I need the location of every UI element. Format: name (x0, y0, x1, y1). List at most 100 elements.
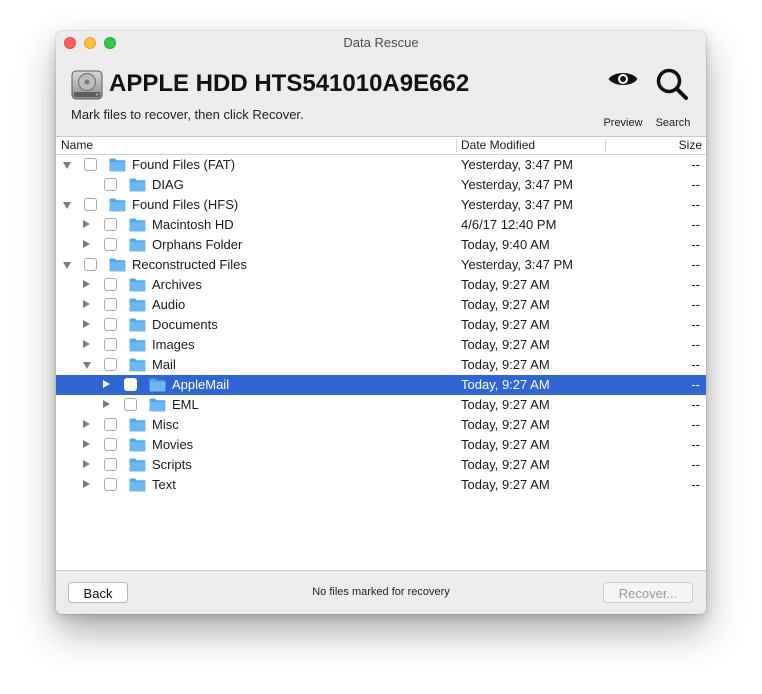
file-date-modified: Yesterday, 3:47 PM (461, 157, 574, 172)
file-row[interactable]: EML Today, 9:27 AM -- (56, 395, 706, 415)
file-size: -- (691, 277, 700, 292)
zoom-window-button[interactable] (104, 37, 116, 49)
disclosure-triangle-icon[interactable] (83, 320, 90, 328)
recover-checkbox[interactable] (104, 458, 117, 471)
recover-checkbox[interactable] (124, 398, 137, 411)
file-row[interactable]: Misc Today, 9:27 AM -- (56, 415, 706, 435)
disclosure-triangle-icon[interactable] (83, 480, 90, 488)
footer-bar: Back No files marked for recovery Recove… (56, 570, 706, 614)
eye-icon (608, 73, 638, 85)
file-size: -- (691, 337, 700, 352)
folder-icon (129, 238, 146, 252)
file-row[interactable]: DIAG Yesterday, 3:47 PM -- (56, 175, 706, 195)
file-row[interactable]: Found Files (FAT) Yesterday, 3:47 PM -- (56, 155, 706, 175)
title-bar[interactable]: Data Rescue (56, 31, 706, 55)
column-date-header[interactable]: Date Modified (461, 137, 535, 154)
file-name: Archives (152, 277, 202, 292)
drive-header: APPLE HDD HTS541010A9E662 Mark files to … (56, 55, 706, 136)
file-row[interactable]: Found Files (HFS) Yesterday, 3:47 PM -- (56, 195, 706, 215)
disclosure-triangle-icon[interactable] (83, 240, 90, 248)
file-date-modified: Today, 9:27 AM (461, 437, 550, 452)
disclosure-triangle-icon[interactable] (83, 420, 90, 428)
file-row[interactable]: Reconstructed Files Yesterday, 3:47 PM -- (56, 255, 706, 275)
recover-checkbox[interactable] (104, 278, 117, 291)
folder-icon (129, 218, 146, 232)
file-row[interactable]: Images Today, 9:27 AM -- (56, 335, 706, 355)
disclosure-triangle-icon[interactable] (83, 340, 90, 348)
disclosure-triangle-icon[interactable] (83, 460, 90, 468)
disclosure-triangle-icon[interactable] (83, 280, 90, 288)
file-date-modified: Today, 9:27 AM (461, 477, 550, 492)
disclosure-triangle-icon[interactable] (63, 202, 71, 209)
file-date-modified: Today, 9:27 AM (461, 377, 550, 392)
folder-icon (129, 458, 146, 472)
file-size: -- (691, 197, 700, 212)
file-size: -- (691, 297, 700, 312)
file-rows: Found Files (FAT) Yesterday, 3:47 PM -- DIA… (56, 155, 706, 495)
recover-checkbox[interactable] (104, 178, 117, 191)
column-divider[interactable] (456, 139, 457, 152)
recover-button[interactable]: Recover... (603, 582, 693, 603)
column-size-header[interactable]: Size (679, 137, 702, 154)
disclosure-triangle-icon[interactable] (63, 262, 71, 269)
folder-icon (149, 398, 166, 412)
file-row[interactable]: Mail Today, 9:27 AM -- (56, 355, 706, 375)
minimize-window-button[interactable] (84, 37, 96, 49)
file-row[interactable]: Scripts Today, 9:27 AM -- (56, 455, 706, 475)
file-row[interactable]: Archives Today, 9:27 AM -- (56, 275, 706, 295)
recover-checkbox[interactable] (84, 198, 97, 211)
file-name: Found Files (HFS) (132, 197, 239, 212)
file-row[interactable]: Text Today, 9:27 AM -- (56, 475, 706, 495)
file-row[interactable]: Macintosh HD 4/6/17 12:40 PM -- (56, 215, 706, 235)
column-header: Name Date Modified Size (56, 137, 706, 155)
file-name: Images (152, 337, 195, 352)
disclosure-triangle-icon[interactable] (63, 162, 71, 169)
file-row[interactable]: Audio Today, 9:27 AM -- (56, 295, 706, 315)
file-size: -- (691, 397, 700, 412)
close-window-button[interactable] (64, 37, 76, 49)
folder-icon (129, 418, 146, 432)
folder-icon (149, 378, 166, 392)
column-divider[interactable] (605, 139, 606, 152)
recover-checkbox[interactable] (104, 338, 117, 351)
file-size: -- (691, 217, 700, 232)
recover-checkbox[interactable] (104, 298, 117, 311)
recover-checkbox[interactable] (84, 158, 97, 171)
file-size: -- (691, 457, 700, 472)
disclosure-triangle-icon[interactable] (103, 380, 110, 388)
recover-checkbox[interactable] (104, 238, 117, 251)
preview-button[interactable]: Preview (595, 67, 651, 129)
disclosure-triangle-icon[interactable] (83, 300, 90, 308)
recover-checkbox[interactable] (104, 418, 117, 431)
disclosure-triangle-icon[interactable] (83, 362, 91, 369)
file-list[interactable]: Name Date Modified Size Found Files (FAT… (56, 136, 706, 570)
recover-checkbox[interactable] (104, 218, 117, 231)
disclosure-triangle-icon[interactable] (83, 440, 90, 448)
file-date-modified: Today, 9:27 AM (461, 457, 550, 472)
file-date-modified: Today, 9:27 AM (461, 417, 550, 432)
recover-checkbox[interactable] (104, 358, 117, 371)
column-name-header[interactable]: Name (61, 137, 93, 154)
file-row[interactable]: Orphans Folder Today, 9:40 AM -- (56, 235, 706, 255)
hard-drive-icon (71, 70, 103, 100)
file-row[interactable]: Documents Today, 9:27 AM -- (56, 315, 706, 335)
folder-icon (129, 298, 146, 312)
disclosure-triangle-icon[interactable] (83, 220, 90, 228)
file-date-modified: Today, 9:40 AM (461, 237, 550, 252)
recover-checkbox[interactable] (84, 258, 97, 271)
disclosure-triangle-icon[interactable] (103, 400, 110, 408)
search-button[interactable]: Search (645, 67, 701, 129)
recover-checkbox[interactable] (124, 378, 137, 391)
recover-checkbox[interactable] (104, 438, 117, 451)
file-date-modified: Yesterday, 3:47 PM (461, 257, 574, 272)
recover-checkbox[interactable] (104, 318, 117, 331)
file-row[interactable]: Movies Today, 9:27 AM -- (56, 435, 706, 455)
file-name: AppleMail (172, 377, 230, 392)
search-label: Search (655, 117, 691, 129)
file-name: Reconstructed Files (132, 257, 247, 272)
file-size: -- (691, 477, 700, 492)
recover-checkbox[interactable] (104, 478, 117, 491)
file-name: Orphans Folder (152, 237, 243, 252)
magnifier-icon (656, 68, 688, 100)
file-row[interactable]: AppleMail Today, 9:27 AM -- (56, 375, 706, 395)
